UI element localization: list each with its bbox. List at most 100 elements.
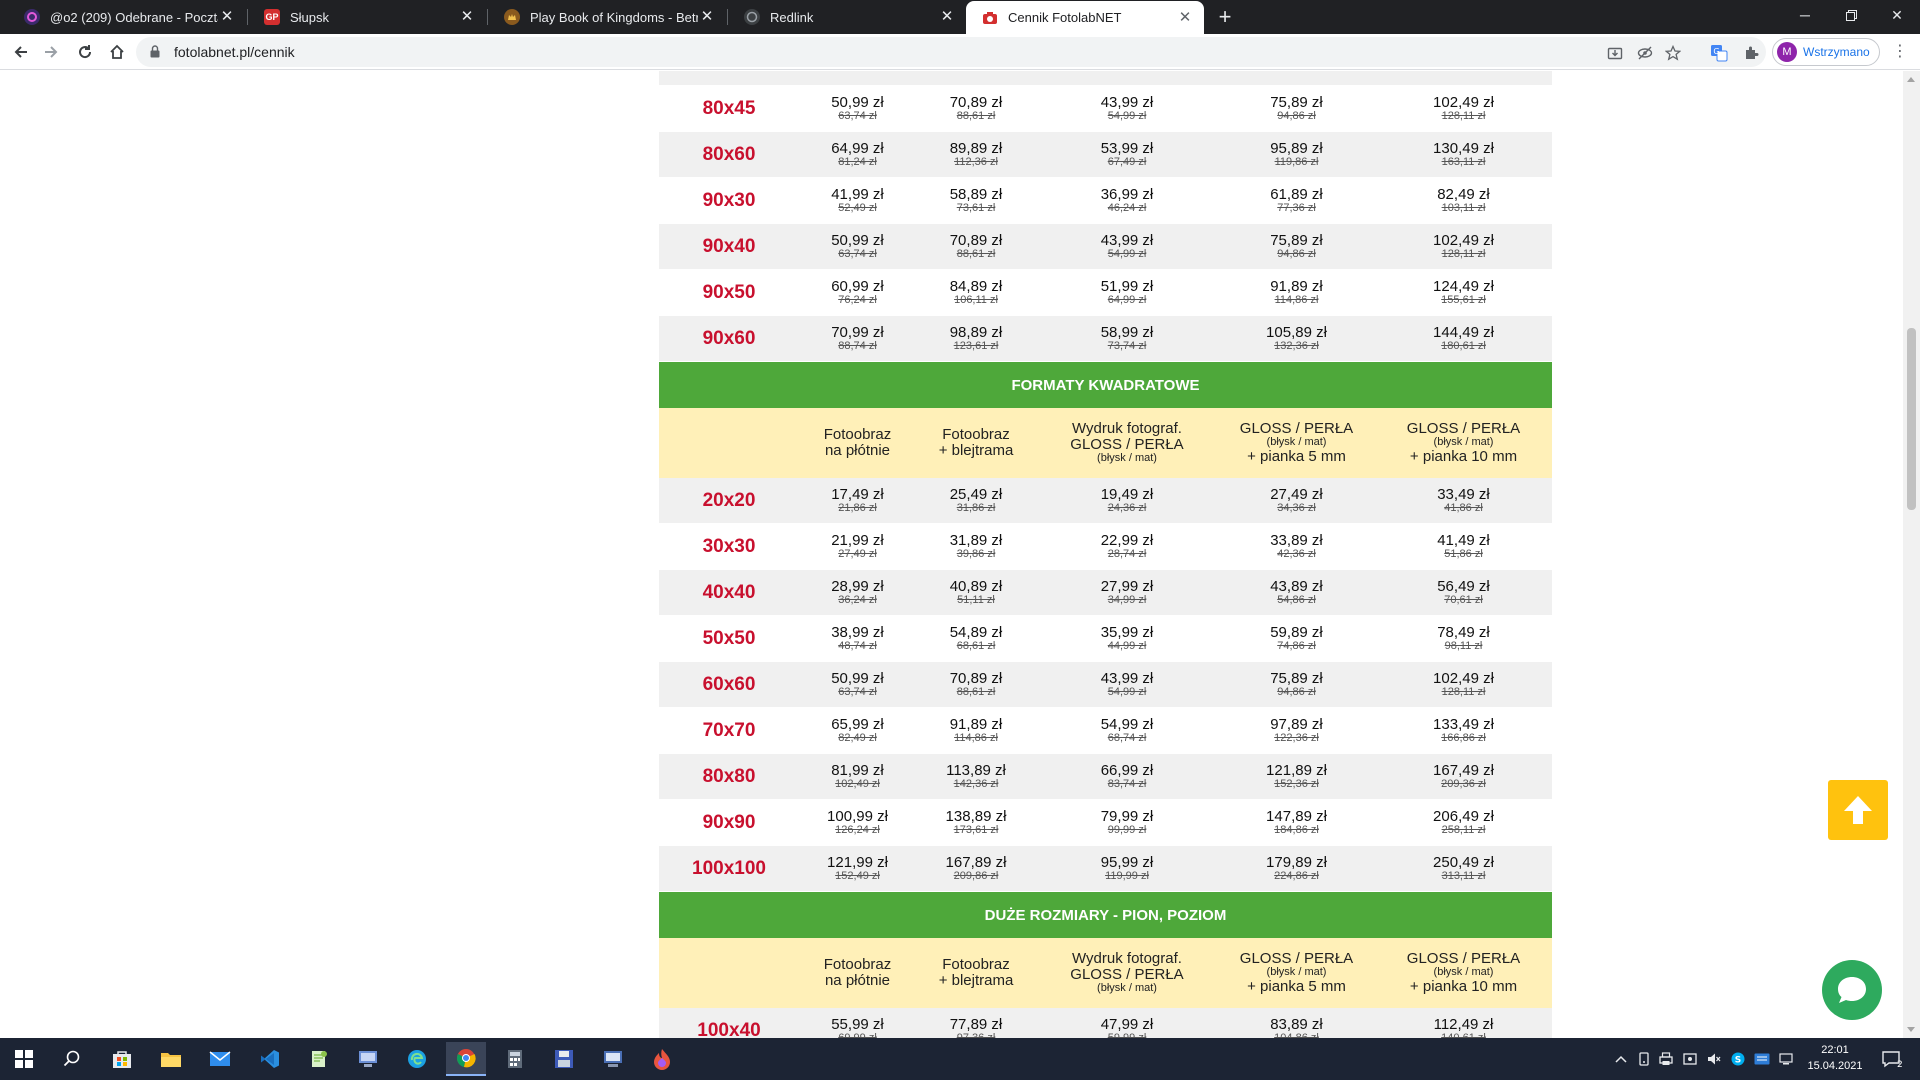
price-cell: 28,99 zł 36,24 zł — [799, 570, 916, 615]
close-icon[interactable]: ✕ — [698, 8, 716, 26]
current-price: 28,99 zł — [831, 577, 884, 595]
address-bar[interactable]: fotolabnet.pl/cennik — [136, 37, 1766, 67]
file-explorer-icon[interactable] — [151, 1042, 191, 1076]
bookmark-star-icon[interactable] — [1664, 44, 1682, 62]
network-icon[interactable] — [1778, 1051, 1794, 1067]
arrow-up-icon — [1844, 796, 1872, 824]
printer-icon[interactable] — [1658, 1051, 1674, 1067]
size-label: 90x40 — [702, 235, 756, 257]
column-header: Wydruk fotograf. GLOSS / PERŁA (błysk / ma… — [1036, 951, 1218, 994]
current-price: 167,49 zł — [1433, 761, 1494, 779]
chrome-icon[interactable] — [446, 1042, 486, 1076]
notepadpp-icon[interactable] — [299, 1042, 339, 1076]
price-cell: 113,89 zł 142,36 zł — [916, 754, 1036, 799]
column-header-line: na płótnie — [824, 972, 891, 989]
system-clock[interactable]: 22:01 15.04.2021 — [1800, 1042, 1870, 1074]
price-cell: 25,49 zł 31,86 zł — [916, 478, 1036, 523]
size-label: 80x45 — [702, 97, 756, 119]
price-cell: 33,89 zł 42,36 zł — [1218, 524, 1375, 569]
save-disk-icon[interactable] — [544, 1042, 584, 1076]
current-price: 43,99 zł — [1100, 93, 1154, 111]
price-cell: 27,99 zł 34,99 zł — [1036, 570, 1218, 615]
price-cell: 84,89 zł 106,11 zł — [916, 270, 1036, 315]
column-header-line: (błysk / mat) — [1097, 451, 1157, 464]
close-icon[interactable]: ✕ — [458, 8, 476, 26]
screen-capture-icon[interactable] — [1682, 1051, 1698, 1067]
close-window-icon[interactable]: ✕ — [1874, 0, 1920, 30]
keyboard-icon[interactable] — [1754, 1051, 1770, 1067]
more-menu-icon[interactable]: ⋮ — [1890, 42, 1910, 62]
monitor-app-icon[interactable] — [593, 1042, 633, 1076]
store-icon[interactable] — [102, 1042, 142, 1076]
old-price: 142,36 zł — [953, 777, 999, 790]
firefox-dev-icon[interactable] — [642, 1042, 682, 1076]
table-row: 80x60 64,99 zł 81,24 zł 89,89 zł 112,36 zł 53… — [659, 132, 1552, 178]
page-scrollbar[interactable] — [1903, 71, 1920, 1038]
old-price: 34,36 zł — [1277, 501, 1316, 514]
edge-icon[interactable] — [397, 1042, 437, 1076]
old-price: 258,11 zł — [1441, 823, 1486, 836]
price-cell: 95,89 zł 119,86 zł — [1218, 132, 1375, 177]
calculator-icon[interactable] — [495, 1042, 535, 1076]
translate-icon[interactable]: G — [1710, 44, 1728, 62]
close-icon[interactable]: ✕ — [1176, 9, 1194, 27]
windows-start-icon[interactable] — [4, 1042, 44, 1076]
skype-icon[interactable]: S — [1730, 1051, 1746, 1067]
mail-icon[interactable] — [200, 1042, 240, 1076]
old-price: 68,61 zł — [956, 639, 996, 652]
profile-button[interactable]: M Wstrzymano — [1772, 38, 1880, 66]
search-icon[interactable] — [52, 1042, 92, 1076]
remote-desktop-icon[interactable] — [348, 1042, 388, 1076]
chat-button[interactable] — [1822, 960, 1882, 1020]
old-price: 119,86 zł — [1274, 155, 1319, 168]
scroll-to-top-button[interactable] — [1828, 780, 1888, 840]
install-icon[interactable] — [1606, 44, 1624, 62]
minimize-icon[interactable]: ─ — [1782, 0, 1828, 30]
o2-icon — [24, 9, 40, 25]
scroll-up-arrow[interactable] — [1907, 77, 1915, 82]
tab-redlink[interactable]: Redlink ✕ — [728, 0, 966, 34]
extensions-icon[interactable] — [1742, 44, 1760, 62]
notification-center-icon[interactable]: 2 — [1880, 1051, 1904, 1068]
device-icon[interactable] — [1636, 1051, 1652, 1067]
current-price: 102,49 zł — [1433, 93, 1494, 111]
tray-chevron-up-icon[interactable] — [1613, 1051, 1629, 1067]
price-cell: 102,49 zł 128,11 zł — [1375, 224, 1552, 269]
close-icon[interactable]: ✕ — [218, 8, 236, 26]
old-price: 54,99 zł — [1107, 247, 1147, 260]
tab-cennik-fotolab[interactable]: Cennik FotolabNET ✕ — [966, 1, 1204, 34]
scroll-down-arrow[interactable] — [1907, 1027, 1915, 1032]
old-price: 81,24 zł — [838, 155, 877, 168]
current-price: 38,99 zł — [831, 623, 884, 641]
price-cell: 41,49 zł 51,86 zł — [1375, 524, 1552, 569]
tab-poczta[interactable]: @o2 (209) Odebrane - Poczta o2 ✕ — [8, 0, 246, 34]
tab-slupsk[interactable]: GP Słupsk ✕ — [248, 0, 486, 34]
size-label: 70x70 — [702, 719, 756, 741]
table-row: 90x30 41,99 zł 52,49 zł 58,89 zł 73,61 zł 36,… — [659, 178, 1552, 224]
volume-muted-icon[interactable] — [1706, 1051, 1722, 1067]
price-cell: 47,99 zł 59,99 zł — [1036, 1008, 1218, 1038]
current-price: 33,49 zł — [1437, 485, 1490, 503]
price-cell: 33,49 zł 41,86 zł — [1375, 478, 1552, 523]
old-price: 76,24 zł — [838, 293, 877, 306]
price-cell: 70,89 zł 88,61 zł — [916, 662, 1036, 707]
tab-kingdoms[interactable]: Play Book of Kingdoms - Betroom ✕ — [488, 0, 726, 34]
new-tab-button[interactable]: + — [1212, 5, 1238, 31]
price-cell: 102,49 zł 128,11 zł — [1375, 86, 1552, 131]
table-row: 90x40 50,99 zł 63,74 zł 70,89 zł 88,61 zł 43,… — [659, 224, 1552, 270]
home-icon[interactable] — [104, 39, 130, 65]
section-header-square: FORMATY KWADRATOWE — [659, 362, 1552, 408]
current-price: 43,99 zł — [1100, 669, 1154, 687]
old-price: 31,86 zł — [956, 501, 996, 514]
reload-icon[interactable] — [72, 39, 98, 65]
restore-icon[interactable] — [1828, 0, 1874, 30]
back-icon[interactable] — [8, 39, 34, 65]
scrollbar-thumb[interactable] — [1907, 328, 1916, 510]
price-cell: 27,49 zł 34,36 zł — [1218, 478, 1375, 523]
tracking-blocked-icon[interactable] — [1636, 44, 1654, 62]
close-icon[interactable]: ✕ — [938, 8, 956, 26]
old-price: 103,11 zł — [1441, 201, 1486, 214]
old-price: 123,61 zł — [953, 339, 999, 352]
vscode-icon[interactable] — [250, 1042, 290, 1076]
forward-icon[interactable] — [38, 39, 64, 65]
